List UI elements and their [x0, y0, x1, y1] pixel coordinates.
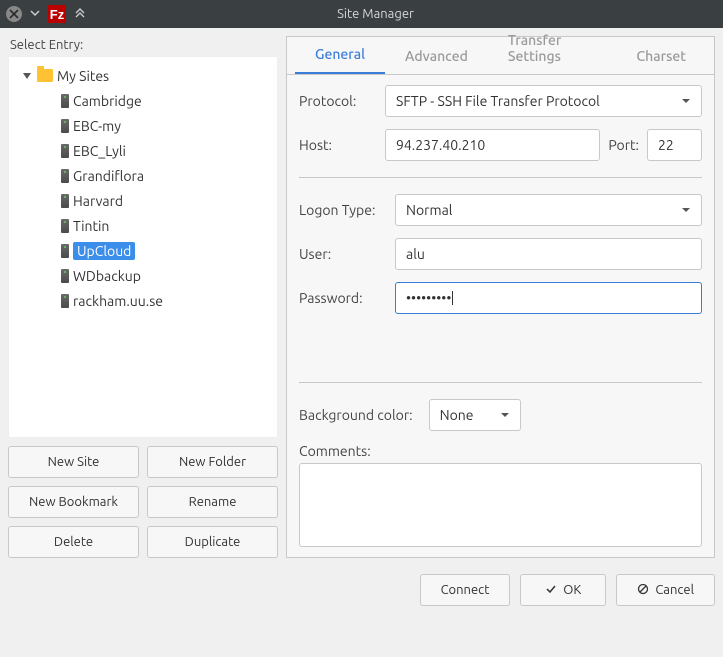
port-label: Port: — [608, 137, 639, 153]
site-item[interactable]: Cambridge — [11, 88, 275, 113]
bgcolor-select[interactable]: None — [429, 399, 521, 431]
tabs: General Advanced Transfer Settings Chars… — [287, 37, 714, 75]
tab-general[interactable]: General — [295, 36, 385, 74]
server-icon — [61, 144, 69, 158]
site-item[interactable]: rackham.uu.se — [11, 288, 275, 313]
bgcolor-label: Background color: — [299, 407, 413, 423]
connect-button[interactable]: Connect — [420, 574, 511, 606]
chevron-down-icon — [681, 93, 691, 109]
comments-textarea[interactable] — [299, 463, 702, 547]
divider — [299, 382, 702, 383]
cancel-button[interactable]: Cancel — [616, 574, 715, 606]
site-label: WDbackup — [73, 268, 141, 284]
port-input[interactable]: 22 — [647, 129, 702, 161]
site-label: rackham.uu.se — [73, 293, 163, 309]
chevron-down-icon[interactable] — [30, 7, 40, 21]
bottom-buttons: Connect OK Cancel — [0, 566, 723, 614]
server-icon — [61, 269, 69, 283]
logon-type-label: Logon Type: — [299, 202, 387, 218]
site-tree[interactable]: My Sites Cambridge EBC-my EBC_Lyli Grandifl… — [8, 56, 278, 438]
duplicate-button[interactable]: Duplicate — [147, 526, 278, 558]
tree-root[interactable]: My Sites — [11, 63, 275, 88]
server-icon — [61, 169, 69, 183]
divider — [299, 177, 702, 178]
site-item[interactable]: Tintin — [11, 213, 275, 238]
site-item[interactable]: EBC_Lyli — [11, 138, 275, 163]
filezilla-app-icon: Fz — [48, 5, 66, 23]
site-item[interactable]: Harvard — [11, 188, 275, 213]
host-label: Host: — [299, 137, 377, 153]
cancel-icon — [637, 583, 649, 598]
site-label: EBC-my — [73, 118, 121, 134]
protocol-value: SFTP - SSH File Transfer Protocol — [396, 93, 600, 109]
server-icon — [61, 244, 69, 258]
tab-transfer-settings[interactable]: Transfer Settings — [488, 22, 617, 74]
site-item[interactable]: EBC-my — [11, 113, 275, 138]
protocol-select[interactable]: SFTP - SSH File Transfer Protocol — [385, 85, 702, 117]
double-chevron-up-icon[interactable] — [74, 7, 86, 22]
site-label: Grandiflora — [73, 168, 144, 184]
new-folder-button[interactable]: New Folder — [147, 446, 278, 478]
left-pane: Select Entry: My Sites Cambridge EBC-my EB… — [8, 36, 278, 558]
right-pane: General Advanced Transfer Settings Chars… — [286, 36, 715, 558]
ok-label: OK — [563, 583, 581, 597]
logon-type-select[interactable]: Normal — [395, 194, 702, 226]
tab-advanced[interactable]: Advanced — [385, 38, 488, 74]
site-label: Tintin — [73, 218, 109, 234]
user-value: alu — [406, 246, 425, 262]
chevron-down-icon — [681, 202, 691, 218]
site-item[interactable]: UpCloud — [11, 238, 275, 263]
site-item[interactable]: WDbackup — [11, 263, 275, 288]
text-caret — [452, 291, 453, 305]
new-site-button[interactable]: New Site — [8, 446, 139, 478]
bgcolor-value: None — [440, 407, 474, 423]
tree-root-label: My Sites — [57, 68, 109, 84]
rename-button[interactable]: Rename — [147, 486, 278, 518]
site-item[interactable]: Grandiflora — [11, 163, 275, 188]
site-label: Cambridge — [73, 93, 142, 109]
logon-type-value: Normal — [406, 202, 452, 218]
host-input[interactable]: 94.237.40.210 — [385, 129, 600, 161]
protocol-label: Protocol: — [299, 93, 377, 109]
delete-button[interactable]: Delete — [8, 526, 139, 558]
close-icon[interactable] — [6, 6, 22, 22]
user-label: User: — [299, 246, 387, 262]
password-label: Password: — [299, 290, 387, 306]
expand-arrow-icon[interactable] — [21, 71, 33, 81]
site-label: Harvard — [73, 193, 123, 209]
check-icon — [545, 583, 557, 598]
password-value: ••••••••• — [406, 290, 451, 306]
password-input[interactable]: ••••••••• — [395, 282, 702, 314]
server-icon — [61, 94, 69, 108]
site-label: EBC_Lyli — [73, 143, 126, 159]
server-icon — [61, 194, 69, 208]
new-bookmark-button[interactable]: New Bookmark — [8, 486, 139, 518]
window-title: Site Manager — [94, 7, 717, 21]
port-value: 22 — [658, 137, 674, 153]
select-entry-label: Select Entry: — [8, 36, 278, 56]
server-icon — [61, 119, 69, 133]
folder-icon — [37, 69, 53, 82]
cancel-label: Cancel — [655, 583, 694, 597]
chevron-down-icon — [500, 407, 510, 423]
user-input[interactable]: alu — [395, 238, 702, 270]
spacer — [299, 326, 702, 366]
comments-label: Comments: — [299, 443, 702, 459]
tab-charset[interactable]: Charset — [616, 38, 706, 74]
server-icon — [61, 294, 69, 308]
ok-button[interactable]: OK — [520, 574, 606, 606]
server-icon — [61, 219, 69, 233]
site-label: UpCloud — [73, 242, 135, 260]
host-value: 94.237.40.210 — [396, 137, 485, 153]
